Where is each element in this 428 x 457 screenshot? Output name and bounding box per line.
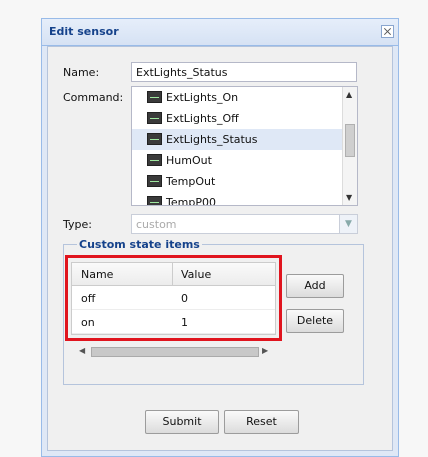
list-item-label: ExtLights_Off — [166, 112, 239, 125]
command-list[interactable]: ExtLights_On ExtLights_Off ExtLights_Sta… — [131, 86, 358, 206]
list-item-extlights-on[interactable]: ExtLights_On — [144, 87, 344, 108]
list-item-label: TempP00 — [166, 196, 216, 206]
list-item-tempp00[interactable]: TempP00 — [144, 192, 344, 206]
terminal-icon — [147, 133, 162, 145]
command-label: Command: — [63, 91, 124, 104]
grid-horizontal-scrollbar[interactable]: ◀ ▶ — [76, 345, 268, 359]
command-list-scrollbar[interactable]: ▲ ▼ — [342, 87, 357, 205]
list-item-tempout[interactable]: TempOut — [144, 171, 344, 192]
type-label: Type: — [63, 218, 92, 231]
dialog-title: Edit sensor — [42, 19, 398, 46]
scrollbar-thumb[interactable] — [345, 124, 355, 157]
list-item-label: ExtLights_Status — [166, 133, 258, 146]
type-select[interactable]: custom ▼ — [131, 214, 358, 234]
terminal-icon — [147, 112, 162, 124]
list-item-label: ExtLights_On — [166, 91, 239, 104]
list-item-extlights-off[interactable]: ExtLights_Off — [144, 108, 344, 129]
terminal-icon — [147, 154, 162, 166]
scrollbar-thumb[interactable] — [91, 347, 259, 357]
scroll-left-icon[interactable]: ◀ — [79, 346, 85, 355]
list-item-label: HumOut — [166, 154, 212, 167]
add-button[interactable]: Add — [286, 274, 344, 298]
scroll-right-icon[interactable]: ▶ — [262, 346, 268, 355]
scroll-up-icon[interactable]: ▲ — [346, 90, 352, 99]
close-icon[interactable] — [381, 25, 394, 38]
list-item-label: TempOut — [166, 175, 216, 188]
fieldset-legend: Custom state items — [77, 238, 202, 251]
submit-button[interactable]: Submit — [145, 410, 219, 434]
list-item-humout[interactable]: HumOut — [144, 150, 344, 171]
type-value: custom — [136, 218, 177, 231]
terminal-icon — [147, 91, 162, 103]
terminal-icon — [147, 175, 162, 187]
delete-button[interactable]: Delete — [286, 309, 344, 333]
chevron-down-icon[interactable]: ▼ — [339, 215, 357, 233]
name-input[interactable]: ExtLights_Status — [131, 62, 357, 82]
highlight-box — [65, 255, 282, 341]
reset-button[interactable]: Reset — [224, 410, 299, 434]
list-item-extlights-status[interactable]: ExtLights_Status — [132, 129, 345, 150]
scroll-down-icon[interactable]: ▼ — [346, 193, 352, 202]
terminal-icon — [147, 196, 162, 205]
name-label: Name: — [63, 66, 100, 79]
